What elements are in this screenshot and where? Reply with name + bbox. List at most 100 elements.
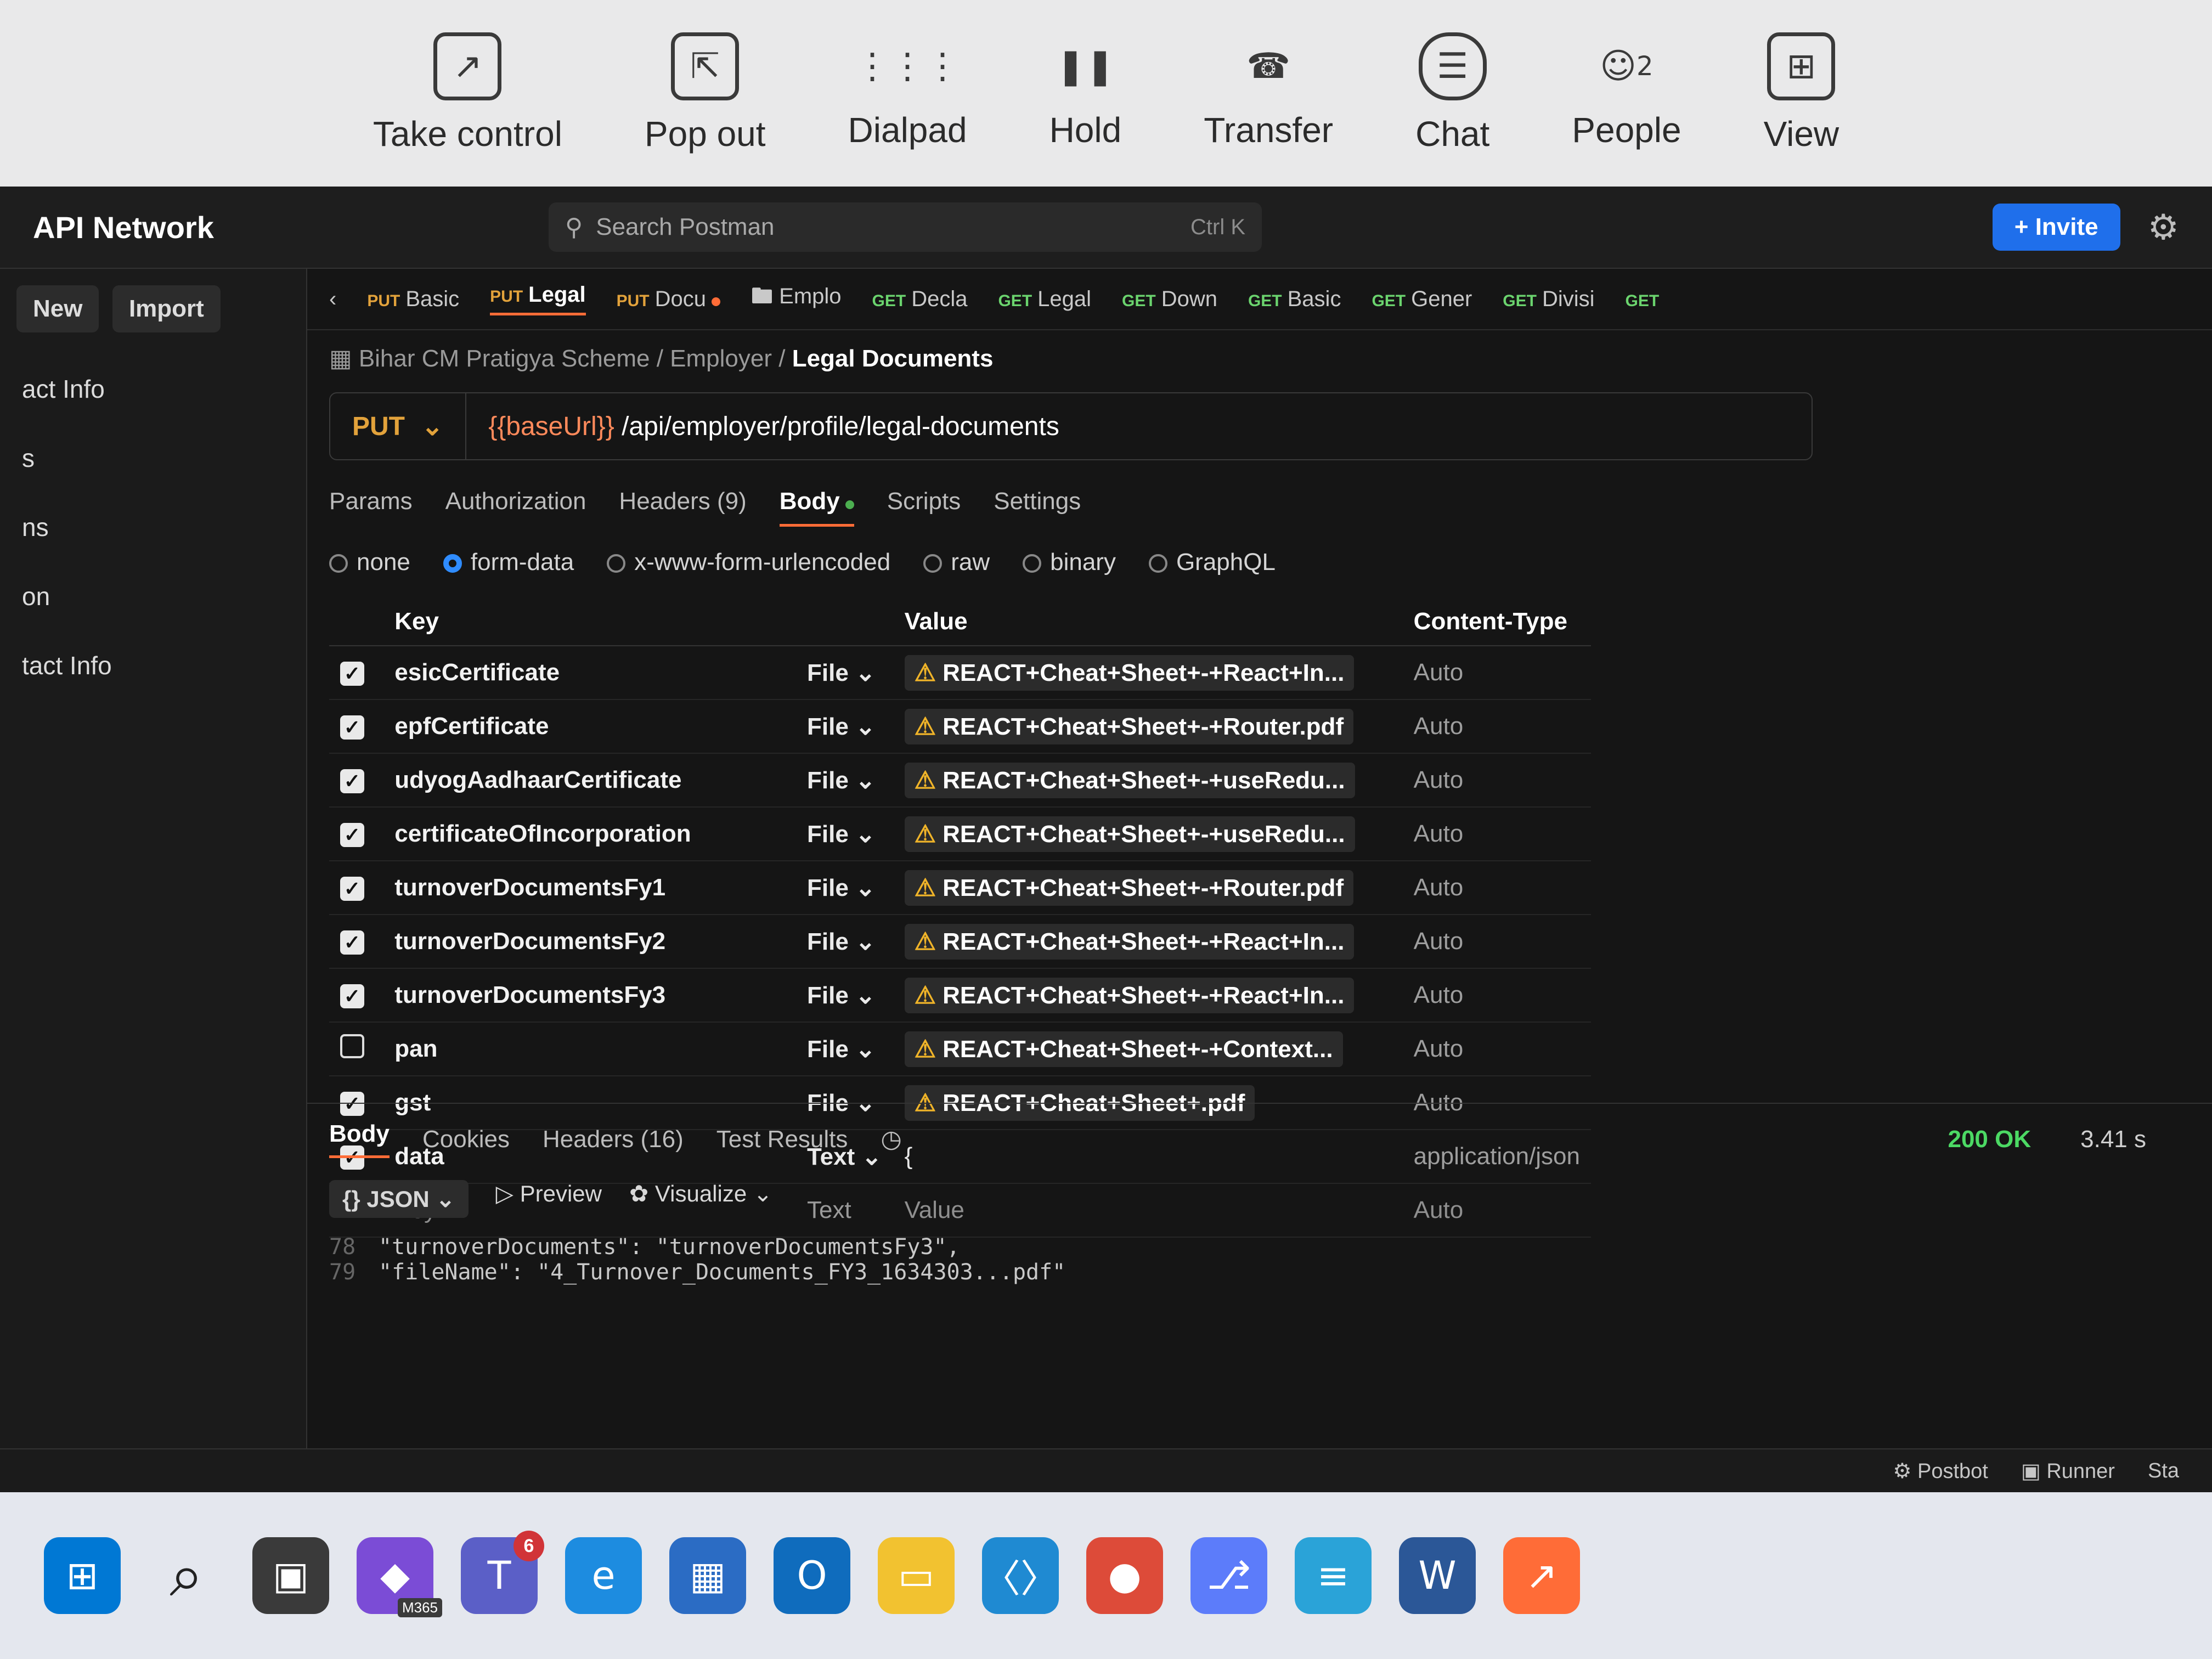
method-select[interactable]: PUT ⌄ bbox=[330, 393, 467, 459]
tab-authorization[interactable]: Authorization bbox=[445, 488, 586, 527]
request-tab[interactable]: GET Gener bbox=[1372, 287, 1472, 312]
pop-out-button[interactable]: ⇱ Pop out bbox=[645, 32, 766, 154]
value-cell[interactable]: ⚠ REACT+Cheat+Sheet+-+useRedu... bbox=[893, 753, 1403, 808]
key-cell[interactable]: udyogAadhaarCertificate bbox=[383, 753, 797, 808]
checkbox-checked-icon[interactable]: ✓ bbox=[340, 823, 364, 847]
request-tab[interactable]: GET Divisi bbox=[1503, 287, 1594, 312]
chat-button[interactable]: ☰ Chat bbox=[1415, 32, 1489, 154]
search-icon[interactable]: ⌕ bbox=[148, 1537, 225, 1614]
dialpad-button[interactable]: ⋮⋮⋮ Dialpad bbox=[848, 36, 967, 150]
request-tab[interactable]: GET bbox=[1626, 287, 1665, 312]
postman-icon[interactable]: ↗ bbox=[1503, 1537, 1580, 1614]
sidebar-item[interactable]: tact Info bbox=[16, 631, 290, 700]
request-tab[interactable]: PUT Docu bbox=[617, 287, 721, 312]
request-tab-active[interactable]: PUT Legal bbox=[490, 283, 586, 315]
content-type-cell[interactable]: Auto bbox=[1402, 699, 1591, 754]
task-view-icon[interactable]: ▣ bbox=[252, 1537, 329, 1614]
sidebar-item[interactable]: on bbox=[16, 562, 290, 631]
response-tab-body[interactable]: Body bbox=[329, 1120, 390, 1158]
history-icon[interactable]: ◷ bbox=[881, 1125, 901, 1153]
key-cell[interactable]: esicCertificate bbox=[383, 646, 797, 700]
tab-scripts[interactable]: Scripts bbox=[887, 488, 961, 527]
tab-settings[interactable]: Settings bbox=[994, 488, 1081, 527]
settings-gear-icon[interactable]: ⚙ bbox=[2148, 207, 2179, 248]
key-cell[interactable]: turnoverDocumentsFy1 bbox=[383, 861, 797, 915]
value-cell[interactable]: ⚠ REACT+Cheat+Sheet+-+Router.pdf bbox=[893, 861, 1403, 915]
file-chip[interactable]: ⚠ REACT+Cheat+Sheet+-+React+In... bbox=[904, 654, 1355, 691]
request-tab[interactable]: 🖿 Emplo bbox=[751, 280, 842, 318]
microsoft-365-icon[interactable]: ◆ M365 bbox=[357, 1537, 442, 1617]
tab-params[interactable]: Params bbox=[329, 488, 413, 527]
value-cell[interactable]: ⚠ REACT+Cheat+Sheet+-+useRedu... bbox=[893, 807, 1403, 861]
file-chip[interactable]: ⚠ REACT+Cheat+Sheet+-+React+In... bbox=[904, 923, 1355, 960]
take-control-button[interactable]: ↗ Take control bbox=[373, 32, 562, 154]
body-type-form-data[interactable]: form-data bbox=[443, 549, 574, 576]
key-cell[interactable]: certificateOfIncorporation bbox=[383, 807, 797, 861]
breadcrumb-folder[interactable]: Employer bbox=[670, 345, 772, 372]
key-cell[interactable]: turnoverDocumentsFy2 bbox=[383, 915, 797, 969]
body-type-raw[interactable]: raw bbox=[923, 549, 990, 576]
search-input[interactable]: ⚲ Search Postman Ctrl K bbox=[549, 202, 1262, 252]
file-chip[interactable]: ⚠ REACT+Cheat+Sheet+-+React+In... bbox=[904, 977, 1355, 1013]
tab-body[interactable]: Body bbox=[779, 488, 854, 527]
checkbox-checked-icon[interactable]: ✓ bbox=[340, 715, 364, 740]
postbot-button[interactable]: ⚙ Postbot bbox=[1893, 1459, 1988, 1483]
type-select[interactable]: File ⌄ bbox=[796, 861, 894, 915]
request-tab[interactable]: GET Down bbox=[1122, 287, 1217, 312]
checkbox-checked-icon[interactable]: ✓ bbox=[340, 769, 364, 793]
windows-start-icon[interactable]: ⊞ bbox=[44, 1537, 121, 1614]
file-chip[interactable]: ⚠ REACT+Cheat+Sheet+-+Router.pdf bbox=[904, 870, 1354, 906]
runner-button[interactable]: ▣ Runner bbox=[2021, 1459, 2115, 1483]
type-select[interactable]: File ⌄ bbox=[796, 646, 894, 700]
response-tab-headers[interactable]: Headers (16) bbox=[543, 1126, 684, 1153]
request-tab[interactable]: GET Basic bbox=[1248, 287, 1341, 312]
tab-headers[interactable]: Headers (9) bbox=[619, 488, 746, 527]
file-chip[interactable]: ⚠ REACT+Cheat+Sheet+-+useRedu... bbox=[904, 762, 1355, 798]
teams-icon[interactable]: T6 bbox=[461, 1531, 544, 1614]
type-select[interactable]: File ⌄ bbox=[796, 915, 894, 969]
checkbox-checked-icon[interactable]: ✓ bbox=[340, 662, 364, 686]
checkbox-checked-icon[interactable]: ✓ bbox=[340, 877, 364, 901]
tabs-back-chevron-icon[interactable]: ‹ bbox=[329, 287, 336, 312]
body-type-none[interactable]: none bbox=[329, 549, 410, 576]
store-icon[interactable]: ▦ bbox=[669, 1537, 746, 1614]
file-chip[interactable]: ⚠ REACT+Cheat+Sheet+-+Router.pdf bbox=[904, 708, 1354, 744]
type-select[interactable]: File ⌄ bbox=[796, 1022, 894, 1076]
content-type-cell[interactable]: Auto bbox=[1402, 861, 1591, 915]
type-select[interactable]: File ⌄ bbox=[796, 807, 894, 861]
new-button[interactable]: New bbox=[16, 285, 99, 332]
file-explorer-icon[interactable]: ▭ bbox=[878, 1537, 955, 1614]
type-select[interactable]: File ⌄ bbox=[796, 699, 894, 754]
body-type-urlencoded[interactable]: x-www-form-urlencoded bbox=[607, 549, 890, 576]
edge-icon[interactable]: e bbox=[565, 1537, 642, 1614]
response-tab-cookies[interactable]: Cookies bbox=[422, 1126, 510, 1153]
format-select[interactable]: {} JSON ⌄ bbox=[329, 1180, 469, 1218]
value-cell[interactable]: ⚠ REACT+Cheat+Sheet+-+React+In... bbox=[893, 968, 1403, 1023]
file-chip[interactable]: ⚠ REACT+Cheat+Sheet+-+Context... bbox=[904, 1031, 1343, 1067]
key-cell[interactable]: epfCertificate bbox=[383, 699, 797, 754]
value-cell[interactable]: ⚠ REACT+Cheat+Sheet+-+React+In... bbox=[893, 915, 1403, 969]
key-cell[interactable]: turnoverDocumentsFy3 bbox=[383, 968, 797, 1023]
type-select[interactable]: File ⌄ bbox=[796, 968, 894, 1023]
value-cell[interactable]: ⚠ REACT+Cheat+Sheet+-+Context... bbox=[893, 1022, 1403, 1076]
people-button[interactable]: ☺ 2 People bbox=[1572, 36, 1681, 150]
file-chip[interactable]: ⚠ REACT+Cheat+Sheet+-+useRedu... bbox=[904, 816, 1355, 852]
content-type-cell[interactable]: Auto bbox=[1402, 915, 1591, 969]
breadcrumb-collection[interactable]: Bihar CM Pratigya Scheme bbox=[359, 345, 650, 372]
body-type-graphql[interactable]: GraphQL bbox=[1148, 549, 1276, 576]
chrome-icon[interactable]: ● bbox=[1086, 1537, 1163, 1614]
body-type-binary[interactable]: binary bbox=[1023, 549, 1116, 576]
workspace-name[interactable]: API Network bbox=[33, 210, 318, 245]
network-icon[interactable]: ⎇ bbox=[1190, 1537, 1267, 1614]
word-icon[interactable]: W bbox=[1399, 1537, 1476, 1614]
checkbox-unchecked-icon[interactable] bbox=[340, 1034, 364, 1058]
request-tab[interactable]: GET Legal bbox=[998, 287, 1091, 312]
request-tab[interactable]: PUT Basic bbox=[367, 287, 459, 312]
hold-button[interactable]: ❚❚ Hold bbox=[1049, 36, 1122, 150]
type-select[interactable]: File ⌄ bbox=[796, 753, 894, 808]
outlook-icon[interactable]: O bbox=[774, 1537, 850, 1614]
value-cell[interactable]: ⚠ REACT+Cheat+Sheet+-+Router.pdf bbox=[893, 699, 1403, 754]
content-type-cell[interactable]: Auto bbox=[1402, 753, 1591, 808]
invite-button[interactable]: + Invite bbox=[1992, 204, 2120, 251]
content-type-cell[interactable]: Auto bbox=[1402, 1022, 1591, 1076]
